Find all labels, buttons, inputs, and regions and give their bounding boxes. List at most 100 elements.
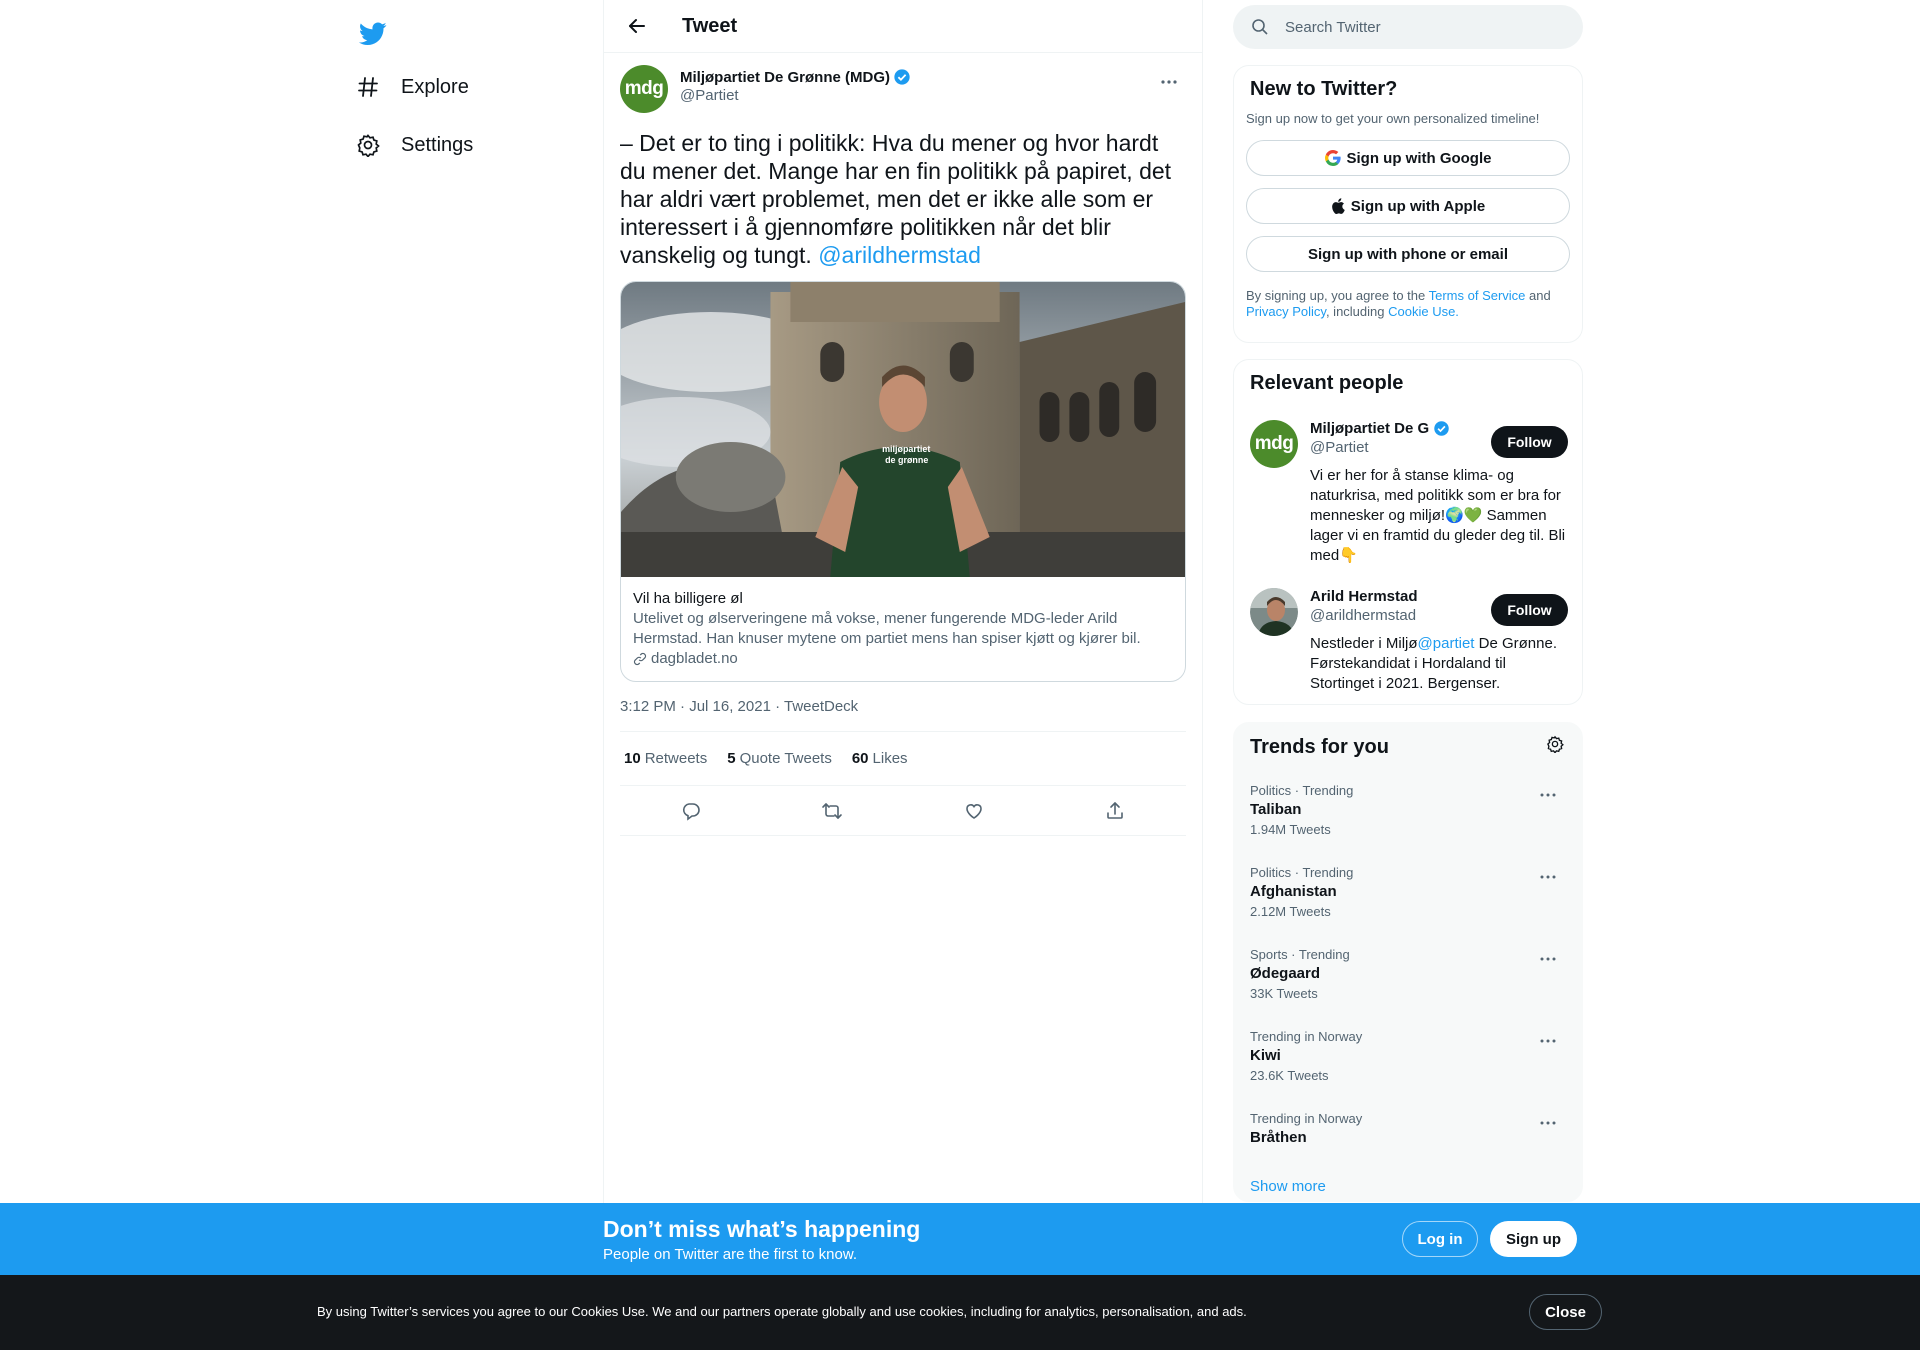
person-info: Miljøpartiet De Grønne (MDG) @Partiet bbox=[1310, 420, 1450, 456]
signup-phone-button[interactable]: Sign up with phone or email bbox=[1246, 236, 1570, 272]
cookie-use-link[interactable]: Cookie Use. bbox=[1388, 304, 1459, 319]
share-icon bbox=[1107, 801, 1124, 819]
trend-more-icon[interactable] bbox=[1536, 1111, 1560, 1135]
retweets-label: Retweets bbox=[644, 750, 708, 767]
trend-count: 2.12M Tweets bbox=[1250, 904, 1331, 919]
retweet-button[interactable] bbox=[813, 792, 851, 830]
nav-settings[interactable]: Settings bbox=[343, 119, 485, 171]
signup-phone-label: Sign up with phone or email bbox=[1307, 245, 1508, 263]
tweet-mention-link[interactable]: @arildhermstad bbox=[818, 242, 981, 268]
person-avatar[interactable]: mdg bbox=[1250, 420, 1298, 468]
back-arrow-icon bbox=[629, 19, 645, 33]
google-icon bbox=[1324, 150, 1341, 166]
share-button[interactable] bbox=[1096, 792, 1134, 830]
person-handle[interactable]: @arildhermstad bbox=[1310, 607, 1450, 624]
quote-tweets-stat[interactable]: 5 Quote Tweets bbox=[727, 750, 832, 767]
signup-apple-label: Sign up with Apple bbox=[1350, 197, 1486, 215]
trend-more-icon[interactable] bbox=[1536, 1029, 1560, 1053]
card-body: Vil ha billigere øl Utelivet og ølserver… bbox=[621, 577, 1185, 681]
like-button[interactable] bbox=[955, 792, 993, 830]
person-bio-mention-link[interactable]: @partiet bbox=[1418, 635, 1475, 652]
relevant-people-title: Relevant people bbox=[1250, 372, 1404, 394]
person-bio: Vi er her for å stanse klima- og naturkr… bbox=[1310, 467, 1566, 564]
signup-button[interactable]: Sign up bbox=[1490, 1221, 1577, 1257]
search-input[interactable] bbox=[1285, 18, 1545, 36]
trend-more-icon[interactable] bbox=[1536, 783, 1560, 807]
relevant-people-panel: Relevant people mdg Miljøpartiet De Grøn… bbox=[1233, 359, 1583, 705]
trend-meta: Trending in Norway bbox=[1250, 1029, 1363, 1044]
more-options-button[interactable] bbox=[1152, 65, 1186, 99]
reply-icon bbox=[682, 802, 700, 821]
twitter-logo-icon[interactable] bbox=[351, 12, 395, 56]
card-image: miljøpartiet de grønne bbox=[621, 282, 1185, 577]
tweet-timestamp[interactable]: 3:12 PM · Jul 16, 2021 · TweetDeck bbox=[620, 698, 1186, 732]
person-name[interactable]: Arild Hermstad bbox=[1310, 588, 1450, 605]
new-to-twitter-title: New to Twitter? bbox=[1250, 78, 1398, 100]
tweet-stats: 10 Retweets 5 Quote Tweets 60 Likes bbox=[620, 732, 1186, 786]
trend-item[interactable]: Politics · Trending Afghanistan 2.12M Tw… bbox=[1250, 865, 1568, 947]
follow-button[interactable]: Follow bbox=[1491, 594, 1568, 626]
cookie-bar: By using Twitter’s services you agree to… bbox=[0, 1275, 1920, 1350]
author-avatar[interactable]: mdg bbox=[620, 65, 668, 113]
person-info: Arild Hermstad @arildhermstad bbox=[1310, 588, 1450, 624]
hashtag-icon bbox=[355, 74, 381, 100]
tweet: mdg Miljøpartiet De Grønne (MDG) @Partie… bbox=[604, 53, 1202, 836]
person-bio: Nestleder i Miljø@partiet De Grønne. Før… bbox=[1310, 634, 1568, 694]
apple-icon bbox=[1331, 198, 1345, 214]
card-domain-text: dagbladet.no bbox=[651, 650, 738, 667]
trend-more-icon[interactable] bbox=[1536, 947, 1560, 971]
banner-title: Don’t miss what’s happening bbox=[603, 1216, 921, 1242]
trend-more-icon[interactable] bbox=[1536, 865, 1560, 889]
signup-apple-button[interactable]: Sign up with Apple bbox=[1246, 188, 1570, 224]
person-name-text: Miljøpartiet De Grønne (MDG) bbox=[1310, 420, 1430, 437]
author-handle[interactable]: @Partiet bbox=[680, 87, 911, 104]
nav-settings-label: Settings bbox=[401, 133, 474, 156]
trend-name: Ødegaard bbox=[1250, 965, 1321, 982]
tweet-actions bbox=[620, 786, 1186, 836]
terms-of-service-link[interactable]: Terms of Service bbox=[1429, 288, 1526, 303]
link-icon bbox=[633, 652, 647, 666]
trend-meta: Politics · Trending bbox=[1250, 865, 1354, 880]
trend-name: Taliban bbox=[1250, 801, 1302, 818]
signup-banner: Don’t miss what’s happening People on Tw… bbox=[0, 1203, 1920, 1275]
trends-settings-icon[interactable] bbox=[1546, 735, 1564, 759]
main-column: Tweet mdg Miljøpartiet De Grønne (MDG) @… bbox=[603, 0, 1203, 1350]
terms-and: and bbox=[1525, 288, 1551, 303]
back-button[interactable] bbox=[620, 9, 654, 43]
person-avatar[interactable] bbox=[1250, 588, 1298, 636]
trend-name: Kiwi bbox=[1250, 1047, 1281, 1064]
card-description: Utelivet og ølserveringene må vokse, men… bbox=[633, 610, 1141, 647]
trend-item[interactable]: Sports · Trending Ødegaard 33K Tweets bbox=[1250, 947, 1568, 1029]
trend-meta: Politics · Trending bbox=[1250, 783, 1354, 798]
trend-item[interactable]: Politics · Trending Taliban 1.94M Tweets bbox=[1250, 783, 1568, 865]
banner-subtitle: People on Twitter are the first to know. bbox=[603, 1246, 858, 1263]
follow-button[interactable]: Follow bbox=[1491, 426, 1568, 458]
gear-icon bbox=[355, 132, 381, 158]
author-name[interactable]: Miljøpartiet De Grønne (MDG) bbox=[680, 68, 911, 86]
privacy-policy-link[interactable]: Privacy Policy bbox=[1246, 304, 1326, 319]
search-bar[interactable] bbox=[1233, 5, 1583, 49]
likes-stat[interactable]: 60 Likes bbox=[852, 750, 908, 767]
trend-count: 33K Tweets bbox=[1250, 986, 1318, 1001]
nav-explore[interactable]: Explore bbox=[343, 61, 481, 113]
terms-text: By signing up, you agree to the Terms of… bbox=[1234, 288, 1582, 320]
likes-label: Likes bbox=[872, 750, 908, 767]
shirt-text-1: miljøpartiet bbox=[882, 444, 930, 454]
terms-including: , including bbox=[1325, 304, 1389, 319]
person-name[interactable]: Miljøpartiet De Grønne (MDG) bbox=[1310, 420, 1450, 437]
tweet-header: Tweet bbox=[604, 0, 1202, 53]
login-button[interactable]: Log in bbox=[1402, 1221, 1478, 1257]
signup-google-button[interactable]: Sign up with Google bbox=[1246, 140, 1570, 176]
show-more-link[interactable]: Show more bbox=[1250, 1178, 1326, 1195]
trend-count: 1.94M Tweets bbox=[1250, 822, 1331, 837]
cookie-close-button[interactable]: Close bbox=[1529, 1294, 1602, 1330]
person-handle[interactable]: @Partiet bbox=[1310, 439, 1450, 456]
signup-google-label: Sign up with Google bbox=[1346, 149, 1492, 167]
author-name-text: Miljøpartiet De Grønne (MDG) bbox=[680, 68, 890, 86]
trend-item[interactable]: Trending in Norway Kiwi 23.6K Tweets bbox=[1250, 1029, 1568, 1111]
card-title: Vil ha billigere øl bbox=[633, 590, 743, 607]
nav-explore-label: Explore bbox=[401, 75, 469, 98]
link-card[interactable]: miljøpartiet de grønne Vil ha billigere … bbox=[620, 281, 1186, 682]
reply-button[interactable] bbox=[672, 792, 710, 830]
retweets-stat[interactable]: 10 Retweets bbox=[624, 750, 707, 767]
